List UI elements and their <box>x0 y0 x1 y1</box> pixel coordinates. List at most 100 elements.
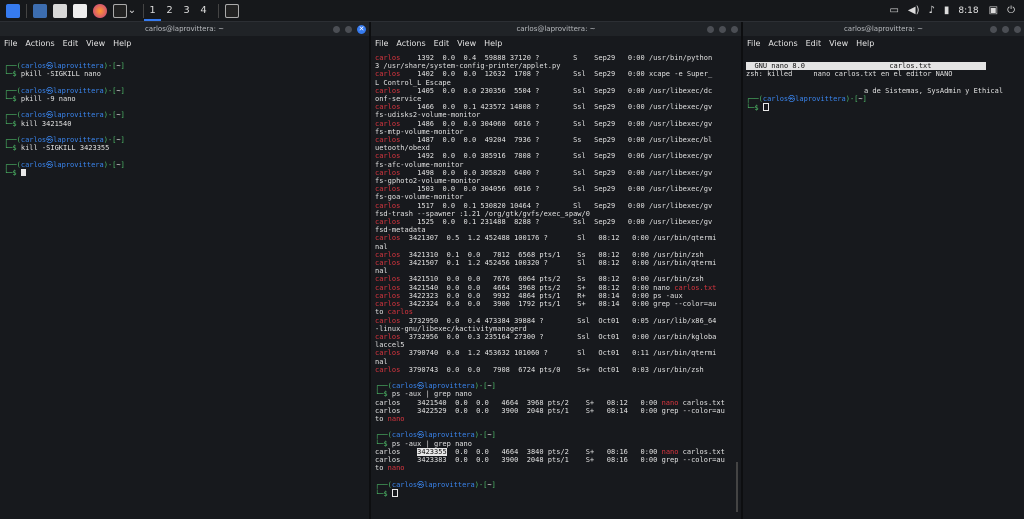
wrapped-text: a de Sistemas, SysAdmin y Ethical <box>864 86 1004 95</box>
maximize-button[interactable] <box>1002 25 1009 33</box>
menu-edit[interactable]: Edit <box>63 39 79 48</box>
workspace-2[interactable]: 2 <box>161 0 178 21</box>
menu-view[interactable]: View <box>829 39 848 48</box>
prompt-frame: ] <box>120 62 125 71</box>
power-icon[interactable]: ⏻ <box>1007 5 1015 16</box>
prompt-user: carlos <box>20 111 47 120</box>
prompt-frame: ] <box>862 95 867 104</box>
ps-line-text: 3421307 0.5 1.2 452488 100176 ? Sl 08:12… <box>400 234 717 243</box>
prompt-host: laprovittera <box>53 62 104 71</box>
ps-user: carlos <box>375 70 401 79</box>
menu-view[interactable]: View <box>86 39 105 48</box>
prompt-frame: └─$ <box>4 168 21 177</box>
ps-highlight: carlos <box>387 308 413 317</box>
terminal-task-icon[interactable] <box>225 3 239 18</box>
prompt-frame: ┌──( <box>4 160 21 169</box>
show-desktop-icon[interactable] <box>33 3 47 18</box>
grep-result: to <box>375 464 388 473</box>
ps-line-text: -linux-gnu/libexec/kactivitymanagerd <box>375 324 527 333</box>
ps-line-text: nal <box>375 242 388 251</box>
ps-line-text: 3421507 0.1 1.2 452456 100320 ? Sl 08:12… <box>400 259 717 268</box>
menu-actions[interactable]: Actions <box>768 39 797 48</box>
maximize-button[interactable] <box>345 25 352 33</box>
minimize-button[interactable] <box>990 25 997 33</box>
terminal-output[interactable]: GNU nano 8.0 carlos.txt zsh: killed nano… <box>743 51 1024 112</box>
ps-line-text: 1503 0.0 0.0 304056 6016 ? Ssl Sep29 0:0… <box>400 185 713 194</box>
ps-user: carlos <box>375 283 401 292</box>
grep-result: 0.0 0.0 4664 3840 pts/2 S+ 08:16 0:00 <box>446 447 662 456</box>
window-title: carlos@laprovittera: ~ <box>144 25 225 33</box>
minimize-button[interactable] <box>707 25 714 33</box>
ps-user: carlos <box>375 168 401 177</box>
grep-result: carlos.txt <box>678 398 725 407</box>
menu-help[interactable]: Help <box>484 39 502 48</box>
workspace-4[interactable]: 4 <box>195 0 212 21</box>
screen-icon[interactable]: ▭ <box>889 5 898 16</box>
menu-view[interactable]: View <box>457 39 476 48</box>
close-button[interactable] <box>731 25 738 33</box>
kali-menu-icon[interactable] <box>6 3 20 18</box>
text-cursor <box>20 168 26 176</box>
window-titlebar[interactable]: carlos@laprovittera: ~ <box>371 22 741 36</box>
text-editor-icon[interactable] <box>73 3 87 18</box>
close-button[interactable]: ✕ <box>357 24 366 34</box>
menu-file[interactable]: File <box>375 39 388 48</box>
terminal-window-middle: carlos@laprovittera: ~ File Actions Edit… <box>371 22 741 519</box>
menu-help[interactable]: Help <box>113 39 131 48</box>
close-button[interactable] <box>1014 25 1021 33</box>
ps-line-text: 3421510 0.0 0.0 7676 6064 pts/2 Ss 08:12… <box>400 275 704 284</box>
nano-filename: carlos.txt <box>889 62 932 71</box>
menubar: File Actions Edit View Help <box>371 36 741 51</box>
prompt-frame: ] <box>120 111 125 120</box>
notification-bell-icon[interactable]: ♪ <box>929 5 935 16</box>
volume-icon[interactable]: ◀) <box>908 5 920 16</box>
prompt-frame: ┌──( <box>4 136 21 145</box>
menu-actions[interactable]: Actions <box>396 39 425 48</box>
prompt-user: carlos <box>20 136 47 145</box>
prompt-host: laprovittera <box>53 136 104 145</box>
ps-user: carlos <box>375 234 401 243</box>
menu-actions[interactable]: Actions <box>25 39 54 48</box>
ps-line-text: 1517 0.0 0.1 530820 10464 ? Sl Sep29 0:0… <box>400 201 713 210</box>
workspace-3[interactable]: 3 <box>178 0 195 21</box>
firefox-icon[interactable] <box>93 3 107 18</box>
grep-result: to <box>375 414 388 423</box>
minimize-button[interactable] <box>333 25 340 33</box>
ps-line-text: 3421310 0.1 0.0 7812 6568 pts/1 Ss 08:12… <box>400 250 704 259</box>
terminal-output[interactable]: carlos 1392 0.0 0.4 59888 37120 ? S Sep2… <box>371 51 741 498</box>
workspace-1[interactable]: 1 <box>144 0 161 21</box>
clock[interactable]: 8:18 <box>958 6 978 16</box>
battery-icon[interactable]: ▮ <box>944 5 950 16</box>
menubar: File Actions Edit View Help <box>743 36 1024 51</box>
system-tray: ▭ ◀) ♪ ▮ 8:18 ▣ ⏻ <box>889 0 1024 21</box>
ps-line-text: 3790743 0.0 0.0 7908 6724 pts/0 Ss+ Oct0… <box>400 365 704 374</box>
window-controls <box>985 22 1021 36</box>
grep-match: nano <box>661 398 679 407</box>
prompt-frame: )-[ <box>103 111 117 120</box>
prompt-host: laprovittera <box>424 431 475 440</box>
ps-line-text: fs-afc-volume-monitor <box>375 160 464 169</box>
grep-result: carlos.txt <box>678 447 725 456</box>
window-titlebar[interactable]: carlos@laprovittera: ~ ✕ <box>0 22 369 36</box>
terminal-output[interactable]: ┌──(carlos㉿laprovittera)-[~] └─$ pkill -… <box>0 51 369 177</box>
window-controls <box>702 22 738 36</box>
command-text: kill 3421540 <box>20 119 72 128</box>
ps-user: carlos <box>375 185 401 194</box>
terminal-icon[interactable] <box>113 3 127 18</box>
menu-help[interactable]: Help <box>856 39 874 48</box>
menu-file[interactable]: File <box>4 39 17 48</box>
launcher-dropdown-icon[interactable]: ⌄ <box>127 0 137 21</box>
menu-edit[interactable]: Edit <box>806 39 822 48</box>
menu-edit[interactable]: Edit <box>434 39 450 48</box>
ps-line-text: 1525 0.0 0.1 231488 8288 ? Ssl Sep29 0:0… <box>400 218 713 227</box>
ps-line-text: 3422324 0.0 0.0 3900 1792 pts/1 S+ 08:14… <box>400 300 717 309</box>
prompt-frame: ┌──( <box>375 431 392 440</box>
lock-icon[interactable]: ▣ <box>989 5 998 16</box>
menu-file[interactable]: File <box>747 39 760 48</box>
scrollbar[interactable] <box>736 462 738 512</box>
window-titlebar[interactable]: carlos@laprovittera: ~ <box>743 22 1024 36</box>
grep-result: carlos 3423383 0.0 0.0 3900 2048 pts/1 S… <box>375 455 725 464</box>
prompt-frame: )-[ <box>103 86 117 95</box>
file-manager-icon[interactable] <box>53 3 67 18</box>
maximize-button[interactable] <box>719 25 726 33</box>
